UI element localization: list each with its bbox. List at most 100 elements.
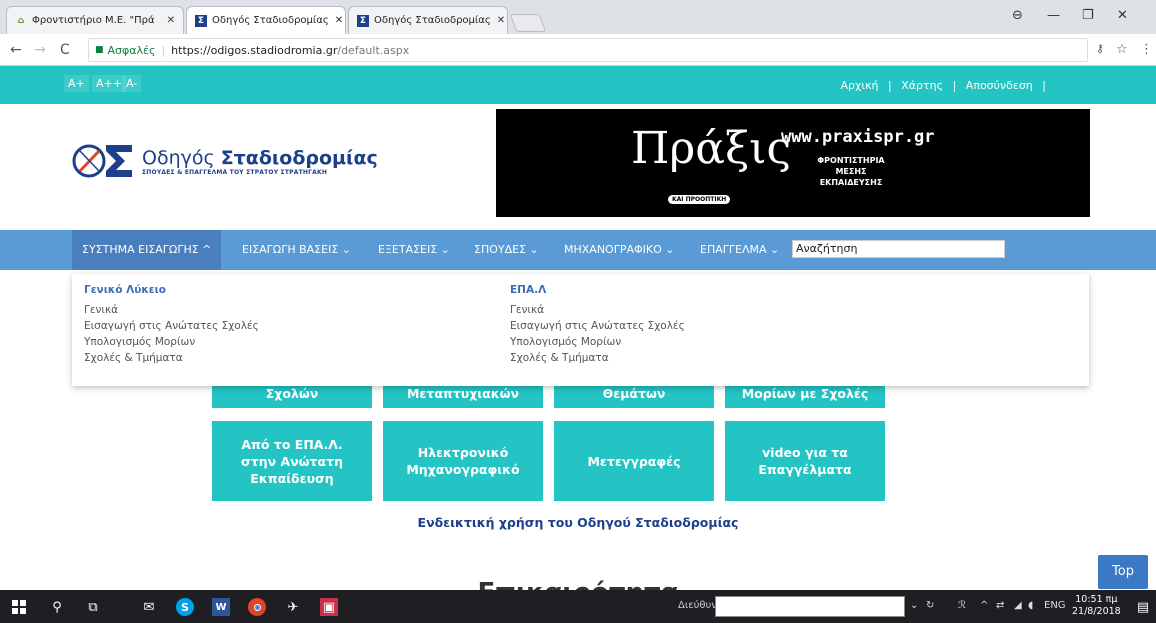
- dropdown-heading[interactable]: ΕΠΑ.Λ: [510, 284, 685, 296]
- tab-title: Φροντιστήριο Μ.Ε. "Πρά: [32, 15, 155, 26]
- dropdown-item[interactable]: Σχολές & Τμήματα: [510, 350, 685, 366]
- font-increase-button[interactable]: A+: [64, 75, 89, 92]
- tile-epal-higher-ed[interactable]: Από το ΕΠΑ.Λ. στην Ανώτατη Εκπαίδευση: [212, 421, 372, 501]
- dropdown-item[interactable]: Εισαγωγή στις Ανώτατες Σχολές: [84, 318, 259, 334]
- wifi-icon[interactable]: ◢: [1014, 600, 1022, 611]
- image-app-icon[interactable]: ▣: [320, 598, 338, 616]
- network-icon[interactable]: ⇄: [996, 600, 1004, 611]
- search-input[interactable]: Αναζήτηση: [792, 240, 1005, 258]
- maximize-icon[interactable]: ❐: [1082, 8, 1094, 23]
- close-window-icon[interactable]: ✕: [1117, 8, 1128, 23]
- people-icon[interactable]: ℛ: [958, 600, 966, 611]
- minimize-icon[interactable]: —: [1047, 8, 1060, 23]
- task-view-icon[interactable]: ⧉: [84, 598, 102, 616]
- dropdown-column-epal: ΕΠΑ.Λ Γενικά Εισαγωγή στις Ανώτατες Σχολ…: [510, 284, 685, 366]
- tile-video-professions[interactable]: video για τα Επαγγέλματα: [725, 421, 885, 501]
- divider: |: [888, 79, 892, 92]
- sitemap-link[interactable]: Χάρτης: [901, 79, 943, 92]
- tile-transfers[interactable]: Μετεγγραφές: [554, 421, 714, 501]
- menu-entry-studies[interactable]: ΣΠΟΥΔΕΣ ⌄: [474, 243, 539, 256]
- tile-electronic-mixanografiko[interactable]: Ηλεκτρονικό Μηχανογραφικό: [383, 421, 543, 501]
- refresh-icon[interactable]: ↻: [926, 600, 934, 611]
- banner-sub-line: ΜΕΣΗΣ: [835, 167, 867, 176]
- top-bar: A+ A++ A- Αρχική | Χάρτης | Αποσύνδεση |: [0, 66, 1156, 104]
- house-icon: ⌂: [17, 15, 25, 26]
- usage-link[interactable]: Ενδεικτική χρήση του Οδηγού Σταδιοδρομία…: [0, 515, 1156, 530]
- reload-icon[interactable]: C: [60, 42, 70, 58]
- home-link[interactable]: Αρχική: [840, 79, 878, 92]
- volume-icon[interactable]: ◖: [1028, 600, 1033, 611]
- dropdown-column-lyceum: Γενικό Λύκειο Γενικά Εισαγωγή στις Ανώτα…: [84, 284, 259, 366]
- close-icon[interactable]: ✕: [329, 15, 343, 26]
- clock-date: 21/8/2018: [1072, 606, 1121, 617]
- dropdown-panel: Γενικό Λύκειο Γενικά Εισαγωγή στις Ανώτα…: [72, 274, 1089, 386]
- mail-icon[interactable]: ✉: [140, 598, 158, 616]
- chevron-up-icon[interactable]: ^: [980, 600, 988, 611]
- menu-entry-profession[interactable]: ΕΠΑΓΓΕΛΜΑ ⌄: [700, 243, 779, 256]
- skype-icon[interactable]: S: [176, 598, 194, 616]
- back-icon[interactable]: ←: [10, 42, 22, 58]
- key-icon[interactable]: ⚷: [1096, 42, 1104, 55]
- logo-title-bold: Σταδιοδρομίας: [220, 146, 378, 169]
- divider: |: [1042, 79, 1046, 92]
- font-decrease-button[interactable]: A-: [122, 75, 142, 92]
- menu-entry-exams[interactable]: ΕΞΕΤΑΣΕΙΣ ⌄: [378, 243, 450, 256]
- menu-entry-bases[interactable]: ΕΙΣΑΓΩΓΗ ΒΑΣΕΙΣ ⌄: [242, 243, 351, 256]
- site-logo[interactable]: Οδηγός Σταδιοδρομίας ΣΠΟΥΔΕΣ & ΕΠΑΓΓΕΛΜΑ…: [72, 141, 378, 181]
- address-bar: ← → C ■ Ασφαλές | https://odigos.stadiod…: [0, 34, 1156, 66]
- web-page: A+ A++ A- Αρχική | Χάρτης | Αποσύνδεση |…: [0, 66, 1156, 590]
- forward-icon[interactable]: →: [34, 42, 46, 58]
- sigma-icon: Σ: [357, 14, 369, 27]
- section-title: Επικαιρότητα: [0, 578, 1156, 590]
- close-icon[interactable]: ✕: [161, 15, 175, 26]
- menu-entry-system[interactable]: ΣΥΣΤΗΜΑ ΕΙΣΑΓΩΓΗΣ ^: [72, 230, 222, 270]
- praxis-ad-banner[interactable]: Πράξις ΚΑΙ ΠΡΟΟΠΤΙΚΗ www.praxispr.gr ΦΡΟ…: [496, 109, 1090, 217]
- banner-pill: ΚΑΙ ΠΡΟΟΠΤΙΚΗ: [668, 195, 731, 204]
- word-icon[interactable]: W: [212, 598, 230, 616]
- sigma-icon: Σ: [195, 14, 207, 27]
- dropdown-item[interactable]: Υπολογισμός Μορίων: [84, 334, 259, 350]
- divider: |: [161, 43, 166, 57]
- chrome-icon[interactable]: [248, 598, 266, 616]
- praxis-logo: Πράξις: [631, 123, 792, 174]
- dropdown-item[interactable]: Γενικά: [510, 302, 685, 318]
- back-to-top-button[interactable]: Top: [1098, 555, 1148, 589]
- banner-sub: ΦΡΟΝΤΙΣΤΗΡΙΑ ΜΕΣΗΣ ΕΚΠΑΙΔΕΥΣΗΣ: [806, 155, 896, 188]
- tab-praxis[interactable]: ⌂ Φροντιστήριο Μ.Ε. "Πρά ✕: [6, 6, 184, 34]
- search-icon[interactable]: ⚲: [48, 598, 66, 616]
- dropdown-item[interactable]: Γενικά: [84, 302, 259, 318]
- menu-entry-mixanografiko[interactable]: ΜΗΧΑΝΟΓΡΑΦΙΚΟ ⌄: [564, 243, 674, 256]
- dropdown-item[interactable]: Εισαγωγή στις Ανώτατες Σχολές: [510, 318, 685, 334]
- profile-icon[interactable]: ⊖: [1012, 8, 1023, 23]
- clock[interactable]: 10:51 πμ 21/8/2018: [1072, 594, 1121, 618]
- main-menu: ΣΥΣΤΗΜΑ ΕΙΣΑΓΩΓΗΣ ^ ΕΙΣΑΓΩΓΗ ΒΑΣΕΙΣ ⌄ ΕΞ…: [0, 230, 1156, 270]
- dropdown-item[interactable]: Σχολές & Τμήματα: [84, 350, 259, 366]
- url-input[interactable]: ■ Ασφαλές | https://odigos.stadiodromia.…: [88, 38, 1088, 62]
- top-links: Αρχική | Χάρτης | Αποσύνδεση |: [834, 79, 1046, 92]
- divider: |: [952, 79, 957, 92]
- url-path: /default.aspx: [337, 43, 410, 57]
- tab-odigos-active[interactable]: Σ Οδηγός Σταδιοδρομίας ✕: [186, 6, 346, 34]
- taskbar: ⚲ ⧉ ✉ S W ✈ ▣ Διεύθυνση ⌄ ↻ ℛ ^ ⇄ ◢ ◖ EN…: [0, 590, 1156, 623]
- lock-icon: ■: [95, 45, 104, 55]
- url-host: https://odigos.stadiodromia.gr: [171, 43, 338, 57]
- dropdown-heading[interactable]: Γενικό Λύκειο: [84, 284, 259, 296]
- logout-link[interactable]: Αποσύνδεση: [966, 79, 1033, 92]
- app-icon[interactable]: ✈: [284, 598, 302, 616]
- font-max-button[interactable]: A++: [92, 75, 126, 92]
- menu-icon[interactable]: ⋮: [1140, 42, 1153, 57]
- taskbar-address-input[interactable]: [715, 596, 905, 617]
- new-tab-button[interactable]: [509, 14, 547, 32]
- browser-tab-strip: ⌂ Φροντιστήριο Μ.Ε. "Πρά ✕ Σ Οδηγός Σταδ…: [0, 0, 1156, 34]
- language-indicator[interactable]: ENG: [1044, 600, 1066, 611]
- chevron-down-icon[interactable]: ⌄: [910, 600, 918, 611]
- logo-subtitle: ΣΠΟΥΔΕΣ & ΕΠΑΓΓΕΛΜΑ ΤΟΥ ΣΤΡΑΤΟΥ ΣΤΡΑΤΗΓΑ…: [142, 168, 328, 176]
- windows-start-icon[interactable]: [10, 598, 28, 616]
- tab-odigos[interactable]: Σ Οδηγός Σταδιοδρομίας ✕: [348, 6, 508, 34]
- banner-site: www.praxispr.gr: [781, 127, 935, 147]
- dropdown-item[interactable]: Υπολογισμός Μορίων: [510, 334, 685, 350]
- compass-sigma-icon: [72, 141, 134, 181]
- close-icon[interactable]: ✕: [491, 15, 505, 26]
- notification-icon[interactable]: ▤: [1134, 598, 1152, 616]
- star-icon[interactable]: ☆: [1116, 42, 1128, 57]
